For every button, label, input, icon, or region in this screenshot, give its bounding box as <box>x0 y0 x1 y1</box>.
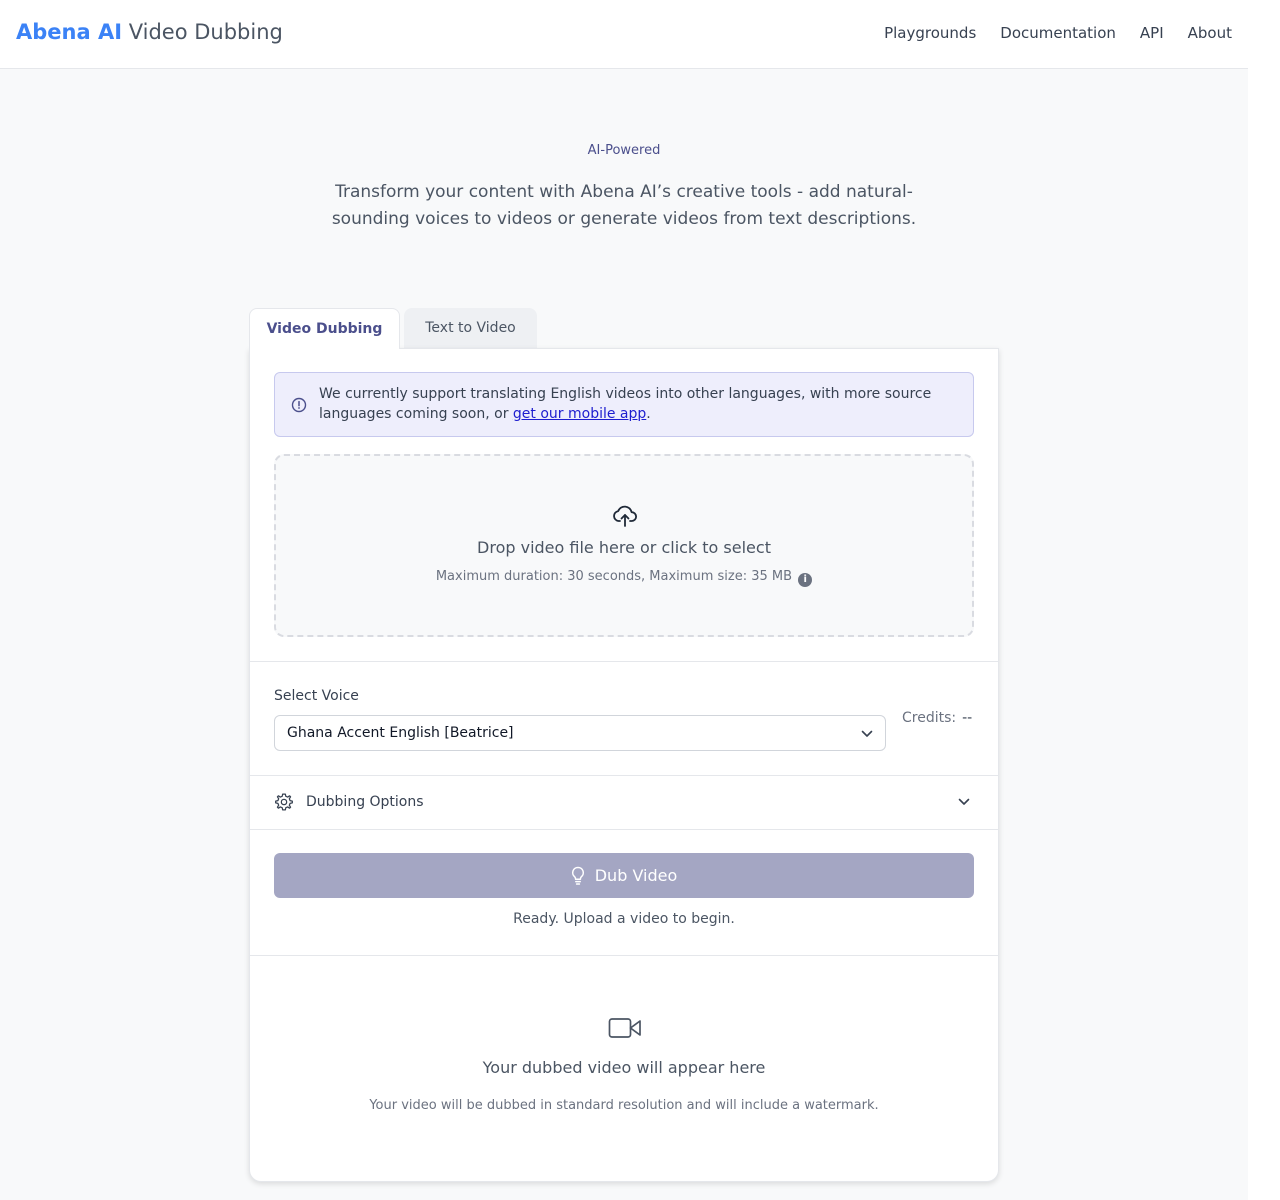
brand-logo[interactable]: Abena AI Video Dubbing <box>16 20 283 44</box>
video-dropzone[interactable]: Drop video file here or click to select … <box>274 454 974 637</box>
section-divider <box>250 829 998 830</box>
tab-video-dubbing[interactable]: Video Dubbing <box>249 308 400 349</box>
section-divider <box>250 955 998 956</box>
gear-icon <box>275 793 293 811</box>
result-placeholder-title: Your dubbed video will appear here <box>482 1058 766 1077</box>
tab-text-to-video[interactable]: Text to Video <box>404 308 537 348</box>
voice-selected-value: Ghana Accent English [Beatrice] <box>287 725 514 741</box>
notice-text: We currently support translating English… <box>319 384 959 424</box>
brand-name: Abena AI <box>16 20 123 44</box>
video-camera-icon <box>608 1018 641 1038</box>
dub-video-button[interactable]: Dub Video <box>274 853 974 898</box>
voice-select[interactable]: Ghana Accent English [Beatrice] <box>274 715 886 751</box>
voice-label: Select Voice <box>274 688 359 704</box>
main-nav: Playgrounds Documentation API About <box>884 24 1232 42</box>
dubbing-panel: We currently support translating English… <box>249 348 999 1182</box>
brand-subtitle: Video Dubbing <box>122 20 283 44</box>
hero-description: Transform your content with Abena AI’s c… <box>331 182 917 229</box>
info-notice: We currently support translating English… <box>274 372 974 437</box>
credits-value: -- <box>962 710 973 726</box>
chevron-down-icon <box>861 730 873 737</box>
info-icon[interactable]: i <box>798 573 813 587</box>
section-divider <box>250 661 998 662</box>
scrollbar-track[interactable] <box>1248 0 1280 1200</box>
chevron-down-icon <box>958 798 970 805</box>
top-header: Abena AI Video Dubbing Playgrounds Docum… <box>0 0 1248 69</box>
nav-documentation[interactable]: Documentation <box>1000 24 1116 42</box>
credits-label: Credits: <box>902 710 957 726</box>
lightbulb-icon <box>571 866 584 885</box>
nav-api[interactable]: API <box>1140 24 1164 42</box>
nav-about[interactable]: About <box>1188 24 1232 42</box>
dubbing-options-label: Dubbing Options <box>306 794 424 810</box>
dubbing-options-toggle[interactable]: Dubbing Options <box>250 776 998 829</box>
status-text: Ready. Upload a video to begin. <box>513 911 735 927</box>
dropzone-limits-text: Maximum duration: 30 seconds, Maximum si… <box>435 569 793 584</box>
notice-period: . <box>646 406 651 422</box>
result-placeholder-note: Your video will be dubbed in standard re… <box>369 1098 879 1113</box>
dropzone-limits: Maximum duration: 30 seconds, Maximum si… <box>276 569 972 587</box>
info-circle-icon <box>291 397 307 413</box>
mobile-app-link[interactable]: get our mobile app <box>513 406 646 422</box>
dub-video-label: Dub Video <box>594 866 678 885</box>
hero-badge: AI-Powered <box>587 143 661 158</box>
cloud-upload-icon <box>613 505 637 527</box>
nav-playgrounds[interactable]: Playgrounds <box>884 24 976 42</box>
credits-display: Credits: -- <box>902 710 972 726</box>
dropzone-title: Drop video file here or click to select <box>477 538 771 557</box>
